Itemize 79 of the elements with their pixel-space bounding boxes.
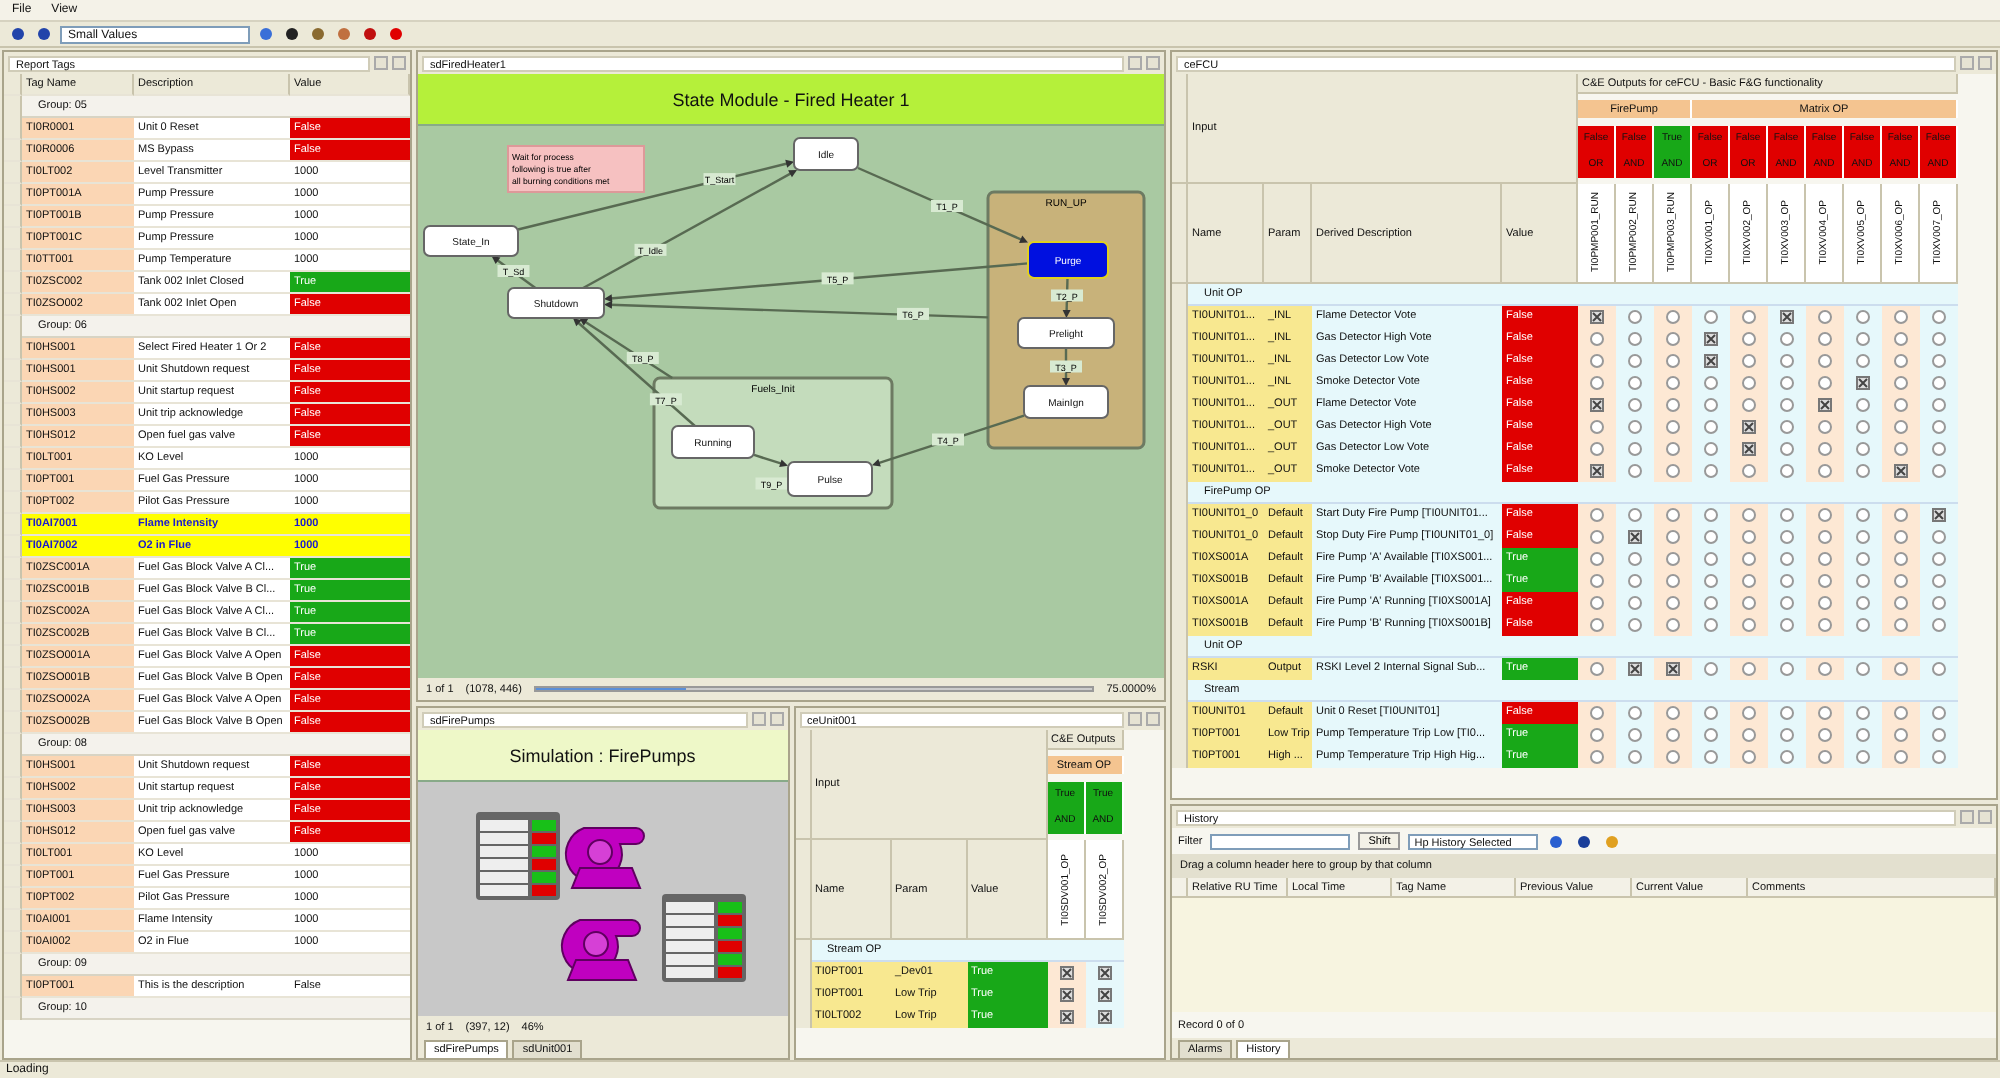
row-selector[interactable] [4, 294, 22, 316]
row-selector[interactable] [4, 360, 22, 382]
row-selector[interactable] [4, 646, 22, 668]
row-selector[interactable] [4, 756, 22, 778]
checked-box-icon[interactable] [1894, 464, 1908, 478]
transition-arrow[interactable] [572, 318, 696, 427]
row-selector[interactable] [4, 140, 22, 162]
row-selector[interactable] [4, 206, 22, 228]
checked-box-icon[interactable] [1818, 398, 1832, 412]
row-selector[interactable] [4, 976, 22, 998]
checked-box-icon[interactable] [1704, 332, 1718, 346]
zoom-slider[interactable] [533, 686, 1095, 692]
row-selector[interactable] [4, 316, 22, 338]
checked-box-icon[interactable] [1742, 442, 1756, 456]
row-selector[interactable] [4, 492, 22, 514]
checked-box-icon[interactable] [1590, 464, 1604, 478]
row-selector[interactable] [4, 162, 22, 184]
transition-arrow[interactable] [579, 318, 673, 379]
transition-arrow[interactable] [753, 453, 788, 468]
row-selector[interactable] [4, 96, 22, 118]
filter-field[interactable] [1210, 833, 1351, 849]
transition-arrow[interactable] [604, 300, 989, 319]
row-selector[interactable] [4, 250, 22, 272]
row-selector[interactable] [4, 624, 22, 646]
checked-box-icon[interactable] [1590, 310, 1604, 324]
row-selector[interactable] [4, 580, 22, 602]
row-selector[interactable] [4, 932, 22, 954]
row-selector[interactable] [795, 940, 811, 962]
row-selector[interactable] [4, 448, 22, 470]
row-selector[interactable] [4, 426, 22, 448]
row-selector[interactable] [4, 536, 22, 558]
checked-box-icon[interactable] [1704, 354, 1718, 368]
row-selector[interactable] [4, 712, 22, 734]
row-selector[interactable] [4, 800, 22, 822]
row-selector[interactable] [4, 822, 22, 844]
checked-box-icon[interactable] [1856, 376, 1870, 390]
row-selector[interactable] [4, 778, 22, 800]
checked-box-icon[interactable] [1742, 420, 1756, 434]
row-selector[interactable] [4, 228, 22, 250]
row-selector[interactable] [4, 954, 22, 976]
row-selector[interactable] [795, 1006, 811, 1028]
checked-box-icon[interactable] [1590, 398, 1604, 412]
checked-box-icon[interactable] [1059, 1010, 1073, 1024]
row-selector[interactable] [4, 404, 22, 426]
checked-box-icon[interactable] [1059, 966, 1073, 980]
row-selector[interactable] [4, 734, 22, 756]
row-selector[interactable] [4, 382, 22, 404]
checked-box-icon[interactable] [1097, 1010, 1111, 1024]
checked-box-icon[interactable] [1666, 662, 1680, 676]
checked-box-icon[interactable] [1097, 966, 1111, 980]
checked-box-icon[interactable] [1932, 508, 1946, 522]
row-selector[interactable] [4, 690, 22, 712]
row-selector[interactable] [4, 998, 22, 1020]
checked-box-icon[interactable] [1780, 310, 1794, 324]
row-selector[interactable] [4, 74, 22, 96]
row-selector[interactable] [4, 184, 22, 206]
row-selector[interactable] [4, 470, 22, 492]
row-selector[interactable] [4, 844, 22, 866]
checked-box-icon[interactable] [1097, 988, 1111, 1002]
row-selector[interactable] [1172, 746, 1188, 768]
simulation-title: Simulation : FirePumps [418, 730, 787, 782]
diagram-title: State Module - Fired Heater 1 [418, 74, 1164, 126]
transition-arrow[interactable] [491, 256, 537, 289]
row-selector[interactable] [4, 514, 22, 536]
row-selector[interactable] [4, 668, 22, 690]
checked-box-icon[interactable] [1059, 988, 1073, 1002]
row-selector[interactable] [4, 910, 22, 932]
checked-box-icon[interactable] [1628, 662, 1642, 676]
checked-box-icon[interactable] [1628, 530, 1642, 544]
row-selector[interactable] [4, 272, 22, 294]
transition-arrow[interactable] [857, 166, 1028, 243]
transition-arrow[interactable] [872, 414, 1025, 467]
row-selector[interactable] [4, 602, 22, 624]
row-selector[interactable] [4, 338, 22, 360]
row-selector[interactable] [4, 866, 22, 888]
row-selector[interactable] [1172, 284, 1188, 306]
row-selector[interactable] [4, 888, 22, 910]
row-selector[interactable] [4, 118, 22, 140]
row-selector[interactable] [4, 558, 22, 580]
